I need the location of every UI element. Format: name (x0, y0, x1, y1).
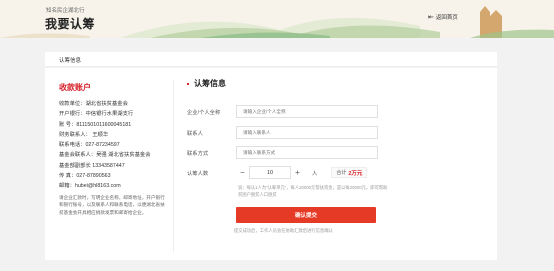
account-title: 收款账户 (59, 83, 91, 92)
account-line: 联系电话：027-87234597 (59, 142, 120, 149)
account-note: 请企业汇款时，写明企业名称，邮寄地址，开户银行和银行账号，以及联系人和联系电话，… (59, 194, 165, 215)
quantity-label: 认筹人数 (187, 170, 209, 177)
quantity-hint: 说：每认1人为“认筹单元”，每人20000元帮扶资金，是以每20000元。即可帮… (238, 185, 388, 197)
phone-label: 联系方式 (187, 150, 209, 157)
company-name-label: 企业/个人全称 (187, 109, 221, 116)
panel-divider (173, 80, 174, 252)
submit-note: 提交成功后，工作人员会在协助汇款后进行信息确认 (234, 228, 333, 233)
form-row-quantity: 认筹人数 − 10 + 人 合计 2万元 (187, 166, 368, 179)
form-title: 认筹信息 (187, 78, 226, 89)
contact-label: 联系人 (187, 130, 203, 137)
breadcrumb: 认筹信息 (45, 52, 497, 67)
header-banner: 知名民企湖北行 我要认筹 ⇤ 返回首页 (0, 0, 554, 38)
submit-button[interactable]: 确认提交 (236, 207, 376, 223)
subscription-form: 认筹信息 企业/个人全称 联系人 联系方式 认筹人数 − 10 + 人 合计 2… (187, 68, 487, 260)
total-amount: 2万元 (348, 170, 363, 177)
account-line: 财务联系人： 王顺华 (59, 131, 109, 138)
form-title-label: 认筹信息 (194, 79, 226, 88)
page-title: 我要认筹 (45, 17, 96, 31)
company-name-input[interactable] (236, 105, 378, 118)
phone-input[interactable] (236, 146, 378, 159)
breadcrumb-label: 认筹信息 (59, 58, 82, 64)
minus-button[interactable]: − (236, 166, 249, 179)
total-box: 合计 2万元 (331, 167, 368, 178)
header-subtitle: 知名民企湖北行 (46, 8, 85, 14)
account-panel: 收款账户 收款单位：湖北省扶贫基金会 开户银行：中信银行水果湖支行 账 号：81… (59, 82, 169, 216)
form-row-name: 企业/个人全称 (187, 105, 378, 118)
quantity-unit: 人 (312, 170, 318, 177)
contact-input[interactable] (236, 126, 378, 139)
account-line: 账 号：8111501011600045181 (59, 121, 132, 128)
form-row-phone: 联系方式 (187, 146, 378, 159)
title-marker-icon (187, 82, 189, 85)
account-line: 开户银行：中信银行水果湖支行 (59, 111, 134, 118)
account-line: 传 真：027-87890563 (59, 173, 111, 180)
plus-button[interactable]: + (291, 166, 304, 179)
quantity-value[interactable]: 10 (249, 166, 291, 179)
account-line: 基金会联系人：吴强 湖北省扶贫基金会 (59, 152, 151, 159)
total-label: 合计 (336, 170, 347, 176)
back-arrow-icon: ⇤ (428, 13, 434, 21)
account-line: 基金部副部长 13343587447 (59, 162, 125, 169)
account-line: 邮箱：hubei@hl8163.com (59, 183, 121, 190)
account-line: 收款单位：湖北省扶贫基金会 (59, 101, 128, 107)
form-row-contact: 联系人 (187, 126, 378, 139)
back-home-label: 返回首页 (435, 15, 458, 21)
main-card: 收款账户 收款单位：湖北省扶贫基金会 开户银行：中信银行水果湖支行 账 号：81… (45, 68, 497, 260)
quantity-stepper: − 10 + 人 (236, 166, 317, 179)
back-home-link[interactable]: ⇤ 返回首页 (428, 13, 458, 22)
